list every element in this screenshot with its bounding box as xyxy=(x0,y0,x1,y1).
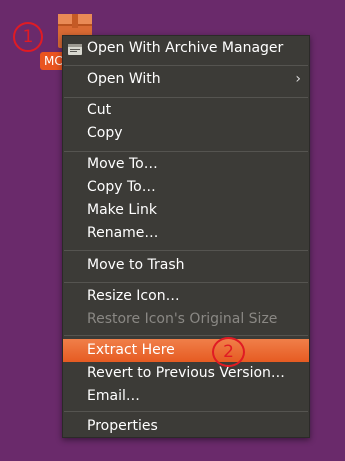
menu-email[interactable]: Email… xyxy=(63,385,309,408)
menu-restore-icon-size: Restore Icon's Original Size xyxy=(63,308,309,331)
menu-move-to[interactable]: Move To… xyxy=(63,153,309,176)
menu-item-label: Email… xyxy=(87,388,140,404)
menu-item-label: Open With xyxy=(87,71,161,87)
menu-copy[interactable]: Copy xyxy=(63,122,309,145)
menu-item-label: Revert to Previous Version… xyxy=(87,365,285,381)
menu-item-label: Open With Archive Manager xyxy=(87,40,284,56)
step-1-badge: 1 xyxy=(13,22,43,52)
menu-item-label: Move to Trash xyxy=(87,257,185,273)
chevron-right-icon: › xyxy=(295,71,301,87)
menu-revert-previous-version[interactable]: Revert to Previous Version… xyxy=(63,362,309,385)
menu-move-to-trash[interactable]: Move to Trash xyxy=(63,254,309,277)
menu-item-label: Cut xyxy=(87,102,112,118)
menu-item-label: Rename… xyxy=(87,225,159,241)
menu-make-link[interactable]: Make Link xyxy=(63,199,309,222)
step-2-badge: 2 xyxy=(212,337,245,367)
menu-separator xyxy=(64,65,308,66)
menu-extract-here[interactable]: Extract Here xyxy=(63,339,309,362)
menu-item-label: Copy To… xyxy=(87,179,156,195)
menu-cut[interactable]: Cut xyxy=(63,99,309,122)
menu-rename[interactable]: Rename… xyxy=(63,222,309,245)
menu-separator xyxy=(64,250,308,251)
menu-item-label: Copy xyxy=(87,125,123,141)
menu-open-with[interactable]: Open With › xyxy=(63,68,309,91)
menu-separator xyxy=(64,282,308,283)
archive-manager-icon xyxy=(67,41,83,57)
context-menu: Open With Archive Manager Open With › Cu… xyxy=(62,35,310,438)
menu-item-label: Extract Here xyxy=(87,342,175,358)
menu-item-label: Restore Icon's Original Size xyxy=(87,311,278,327)
menu-item-label: Resize Icon… xyxy=(87,288,180,304)
menu-item-label: Properties xyxy=(87,418,158,434)
menu-separator xyxy=(64,335,308,336)
menu-resize-icon[interactable]: Resize Icon… xyxy=(63,285,309,308)
menu-properties[interactable]: Properties xyxy=(63,415,309,438)
menu-separator xyxy=(64,151,308,152)
menu-separator xyxy=(64,411,308,412)
menu-separator xyxy=(64,97,308,98)
menu-copy-to[interactable]: Copy To… xyxy=(63,176,309,199)
menu-open-with-archive-manager[interactable]: Open With Archive Manager xyxy=(63,37,309,60)
menu-item-label: Make Link xyxy=(87,202,157,218)
menu-item-label: Move To… xyxy=(87,156,158,172)
